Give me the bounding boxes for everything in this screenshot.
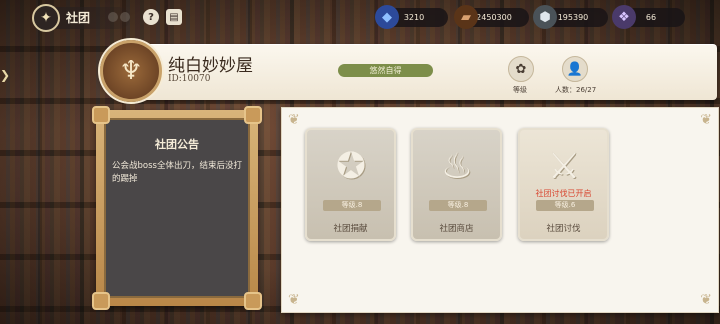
members-icon[interactable]: 👤 xyxy=(562,56,588,82)
feature-card-donate[interactable]: ✪ 等级.8 社团捐献 xyxy=(305,128,396,241)
raid-open-notice: 社团讨伐已开启 xyxy=(535,189,592,198)
back-button[interactable]: ✦ xyxy=(32,4,60,32)
resource-chocolate[interactable]: ▰ 2450300 xyxy=(454,5,529,29)
feature-level: 等级.8 xyxy=(429,200,487,211)
feature-name: 社团捐献 xyxy=(333,224,368,234)
resource-crystal[interactable]: ❖ 66 xyxy=(612,5,685,29)
feature-name: 社团讨伐 xyxy=(546,224,581,234)
frame-corner-ornament xyxy=(92,292,110,310)
shield-swords-icon: ⚔ xyxy=(547,145,581,187)
announcement-title: 社团公告 xyxy=(155,138,199,151)
decor-dot xyxy=(120,12,130,22)
info-button[interactable]: ▤ xyxy=(166,9,182,25)
swan-icon[interactable]: ♆ xyxy=(100,40,162,102)
club-motto: 悠然自得 xyxy=(338,64,433,77)
level-label: 等级 xyxy=(513,86,527,94)
feature-level: 等级.8 xyxy=(323,200,381,211)
members-count: 人数：26/27 xyxy=(555,86,597,94)
resource-blue-gem[interactable]: ◆ 3210 xyxy=(375,5,448,29)
star-laurel-icon: ✪ xyxy=(335,145,367,187)
resource-value: 66 xyxy=(645,13,657,22)
corner-ornament: ❦ xyxy=(700,112,712,128)
ore-icon: ⬢ xyxy=(533,5,557,29)
club-name: 纯白妙妙屋 xyxy=(168,56,253,76)
decor-dot xyxy=(108,12,118,22)
compass-icon: ✦ xyxy=(40,10,52,26)
feature-name: 社团商店 xyxy=(439,224,474,234)
resource-silver-ore[interactable]: ⬢ 195390 xyxy=(533,5,608,29)
coin-bag-icon: ♨ xyxy=(440,145,474,187)
announcement-body: 社团公告 公会战boss全体出刀，结束后没打的踢掉 xyxy=(104,118,250,298)
frame-corner-ornament xyxy=(244,292,262,310)
corner-ornament: ❦ xyxy=(288,112,300,128)
frame-corner-ornament xyxy=(92,106,110,124)
announcement-text: 公会战boss全体出刀，结束后没打的踢掉 xyxy=(112,161,242,184)
club-level-icon[interactable]: ✿ xyxy=(508,56,534,82)
crystal-icon: ❖ xyxy=(612,5,636,29)
help-button[interactable]: ? xyxy=(143,9,159,25)
club-id: ID:10070 xyxy=(168,74,211,84)
blue-gem-icon: ◆ xyxy=(375,5,399,29)
top-bar: 社团 ✦ ? ▤ ◆ 3210 ▰ 2450300 ⬢ 195390 ❖ 66 xyxy=(0,0,720,34)
corner-ornament: ❦ xyxy=(288,292,300,308)
side-expand-icon[interactable]: ❯ xyxy=(0,68,10,86)
resource-value: 195390 xyxy=(557,13,589,22)
frame-corner-ornament xyxy=(244,106,262,124)
resource-value: 3210 xyxy=(403,13,425,22)
announcement-board[interactable]: 社团公告 公会战boss全体出刀，结束后没打的踢掉 xyxy=(96,110,258,306)
feature-level: 等级.6 xyxy=(536,200,594,211)
feature-card-raid[interactable]: ⚔ 社团讨伐已开启 等级.6 社团讨伐 xyxy=(518,128,609,241)
feature-card-shop[interactable]: ♨ 等级.8 社团商店 xyxy=(411,128,502,241)
corner-ornament: ❦ xyxy=(700,292,712,308)
chocolate-icon: ▰ xyxy=(454,5,478,29)
resource-value: 2450300 xyxy=(476,13,512,22)
